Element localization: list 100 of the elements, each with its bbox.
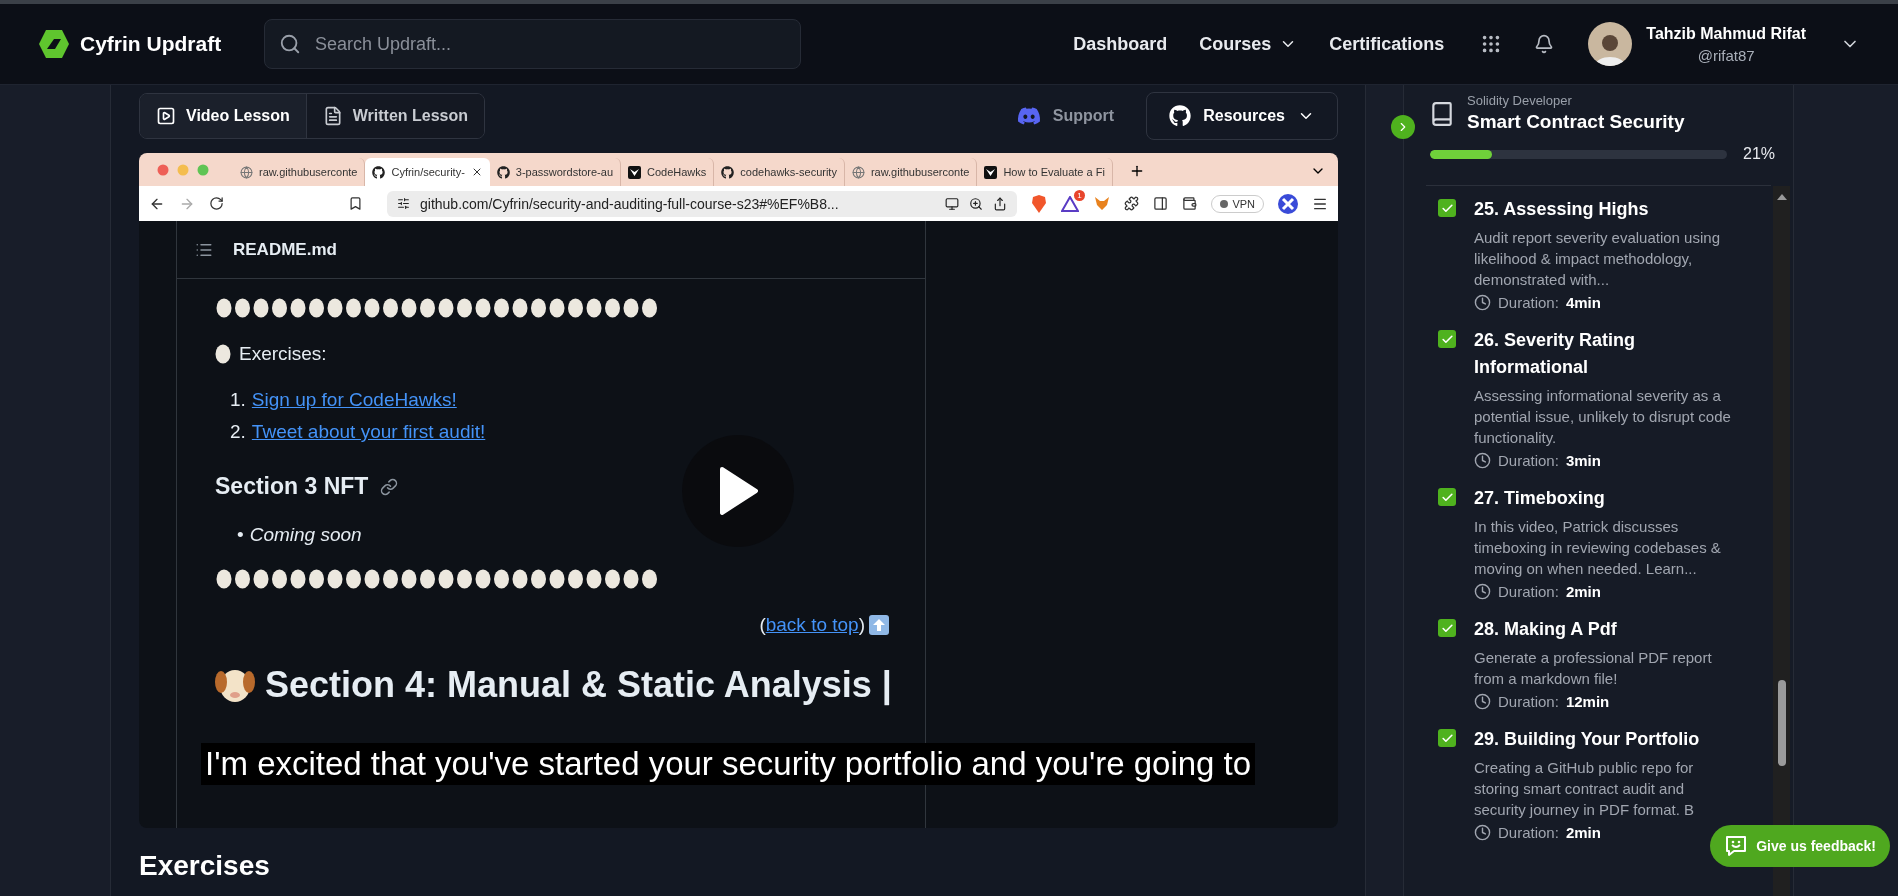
lesson-description: Audit report severity evaluation using likelihood & impact methodology, demonstrated with... [1474,228,1721,290]
search-input[interactable]: Search Updraft... [313,32,786,56]
monitor-icon[interactable] [945,196,959,211]
nav-link[interactable]: Courses [1199,33,1298,55]
globe-icon [851,165,865,179]
check-icon [1440,621,1454,635]
clock-icon [1474,693,1491,710]
puzzle-icon[interactable] [1124,196,1140,211]
duration-value: 2min [1565,824,1601,841]
exercises-label: Exercises: [239,343,327,365]
site-settings-icon [397,197,410,210]
list-number: 2. [230,421,246,443]
notification-badge: 1 [1074,189,1085,201]
clock-icon [1474,824,1491,841]
lesson-description: Creating a GitHub public repo for storing smart contract audit and security journey in PDF format. B [1474,758,1696,820]
resources-button[interactable]: Resources [1146,92,1338,140]
logo-icon [38,29,70,59]
progress-percent: 21% [1743,145,1776,163]
scrollbar-thumb[interactable] [1777,680,1786,766]
clock-icon [1474,583,1491,600]
lesson-title[interactable]: 27. Timeboxing [1474,485,1739,512]
reload-icon[interactable] [209,196,224,211]
fox-icon[interactable] [1094,196,1111,211]
lesson-checkbox[interactable] [1438,199,1456,217]
address-bar[interactable]: github.com/Cyfrin/security-and-auditing-full-course-s23#%EF%B8... [387,190,1017,217]
check-icon [1440,332,1454,346]
bird-icon [628,165,641,179]
logo-text: Cyfrin Updraft [80,32,222,56]
globe-icon [240,165,253,179]
window-controls-icon [157,163,211,176]
lesson-tab[interactable]: Video Lesson [140,94,307,138]
wallet-icon[interactable] [1182,196,1198,211]
course-path: Solidity Developer [1467,93,1573,108]
user-name: Tahzib Mahmud Rifat [1646,24,1806,43]
lesson-title[interactable]: 29. Building Your Portfolio [1474,726,1739,753]
book-icon [1429,101,1455,127]
lesson-checkbox[interactable] [1438,619,1456,637]
avatar [1588,22,1633,66]
check-icon [1440,201,1454,215]
check-icon [1440,731,1454,745]
lesson-checkbox[interactable] [1438,729,1456,747]
duration-label: Duration: [1498,452,1559,469]
bell-icon[interactable] [1534,34,1555,54]
play-icon [718,466,758,516]
github-icon [721,165,735,179]
browser-tab[interactable]: Cyfrin/security- [365,158,490,186]
lesson-checkbox[interactable] [1438,488,1456,506]
github-icon [1169,105,1192,127]
duration-value: 4min [1565,294,1601,311]
lesson-title[interactable]: 28. Making A Pdf [1474,616,1739,643]
section-heading: Section 4: Manual & Static Analysis | [265,664,892,706]
bookmark-icon[interactable] [348,196,363,211]
video-player[interactable] [139,153,1338,828]
egg-icon [215,344,231,364]
check-icon [1440,490,1454,504]
share-icon[interactable] [993,196,1007,211]
github-icon [496,165,510,179]
subtitle-caption: I'm excited that you've started your security portfolio and you're going to [201,743,1256,785]
collapse-button[interactable] [1391,115,1415,139]
duration-value: 12min [1565,693,1610,710]
duration-label: Duration: [1498,583,1559,600]
sidebar-icon[interactable] [1153,196,1169,211]
nav-link[interactable]: Dashboard [1073,33,1168,55]
lion-shield-icon[interactable] [1031,194,1047,213]
bird-icon [984,165,998,179]
link-icon[interactable] [380,477,399,496]
bullet-mark: • [237,524,244,546]
search-icon [279,33,301,55]
lesson-description: In this video, Patrick discusses timeboxing in reviewing codebases & moving on when needed. Learn... [1474,517,1722,579]
duration-value: 2min [1565,583,1601,600]
bullet-text: Coming soon [249,524,362,546]
lesson-description: Assessing informational severity as a potential issue, unlikely to disrupt code functionality. [1474,386,1732,448]
support-link[interactable]: Support [1016,104,1115,128]
cross-logo-icon[interactable] [1278,193,1298,214]
play-icon [156,106,176,126]
exercise-link[interactable]: Tweet about your first audit! [251,421,486,443]
zoom-icon[interactable] [969,196,983,211]
duration-label: Duration: [1498,294,1559,311]
chat-smile-icon [1724,834,1749,858]
triangle-icon[interactable] [1061,195,1079,212]
exercise-link[interactable]: Sign up for CodeHawks! [251,389,457,411]
lesson-checkbox[interactable] [1438,330,1456,348]
back-to-top-line: (back to top) [759,614,865,636]
lesson-description: Generate a professional PDF report from a markdown file! [1474,648,1713,689]
section-heading: Section 3 NFT [215,473,369,500]
search-field[interactable]: Search Updraft... [264,19,801,69]
nav-link[interactable]: Certifications [1329,33,1445,55]
section-heading: Exercises [139,850,270,882]
clock-icon [1474,294,1491,311]
duration-value: 3min [1565,452,1601,469]
github-icon [372,165,386,179]
lesson-title[interactable]: 25. Assessing Highs [1474,196,1739,223]
scroll-up-icon[interactable] [1775,192,1788,202]
duration-label: Duration: [1498,693,1559,710]
status-dot-icon [1220,199,1229,208]
duration-label: Duration: [1498,824,1559,841]
back-to-top-link[interactable]: back to top [765,614,859,635]
course-title: Smart Contract Security [1467,111,1685,133]
list-number: 1. [230,389,246,411]
lesson-title[interactable]: 26. Severity Rating Informational [1474,327,1739,381]
